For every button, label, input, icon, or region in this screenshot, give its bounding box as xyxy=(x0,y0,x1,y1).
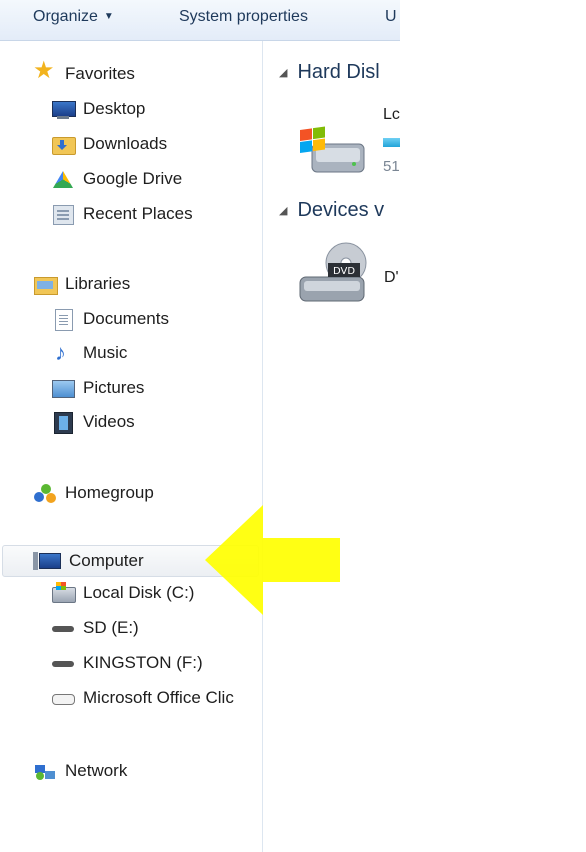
dvd-drive-name[interactable]: D' xyxy=(384,269,399,287)
nav-desktop-label: Desktop xyxy=(83,99,146,118)
toolbar-overflow-button[interactable]: U xyxy=(385,8,397,26)
nav-favorites[interactable]: ★ Favorites xyxy=(33,59,135,89)
nav-sd-e[interactable]: SD (E:) xyxy=(51,613,139,643)
organize-label: Organize xyxy=(33,8,98,25)
nav-sd-e-label: SD (E:) xyxy=(83,618,139,637)
nav-music[interactable]: ♪ Music xyxy=(51,338,127,368)
local-disk-free-space: 51 xyxy=(383,158,400,175)
organize-button[interactable]: Organize ▼ xyxy=(33,8,114,26)
nav-desktop[interactable]: Desktop xyxy=(51,94,145,124)
star-icon: ★ xyxy=(33,57,55,84)
network-drive-icon xyxy=(51,687,75,709)
dvd-drive-icon: DVD xyxy=(299,242,367,302)
explorer-window: Organize ▼ System properties U ★ Favorite… xyxy=(0,0,400,852)
nav-downloads-label: Downloads xyxy=(83,134,168,153)
nav-kingston-f-label: KINGSTON (F:) xyxy=(83,653,203,672)
nav-documents[interactable]: Documents xyxy=(51,304,169,334)
nav-libraries-label: Libraries xyxy=(65,274,131,293)
network-icon xyxy=(33,760,57,782)
nav-recent-places[interactable]: Recent Places xyxy=(51,199,193,229)
nav-libraries[interactable]: Libraries xyxy=(33,269,130,299)
nav-google-drive-label: Google Drive xyxy=(83,169,183,188)
nav-documents-label: Documents xyxy=(83,309,169,328)
homegroup-icon xyxy=(33,482,57,504)
yellow-annotation-arrow xyxy=(205,505,340,615)
nav-pictures-label: Pictures xyxy=(83,378,145,397)
nav-videos[interactable]: Videos xyxy=(51,407,135,437)
local-disk-name[interactable]: Lc xyxy=(383,106,400,124)
document-icon xyxy=(51,308,75,331)
computer-icon xyxy=(33,550,61,572)
removable-drive-icon xyxy=(51,617,75,639)
group-label-devices: Devices v xyxy=(297,199,385,221)
nav-videos-label: Videos xyxy=(83,412,135,431)
system-properties-button[interactable]: System properties xyxy=(179,8,308,26)
group-header-devices[interactable]: ◢ Devices v xyxy=(279,199,384,222)
nav-favorites-label: Favorites xyxy=(65,64,135,83)
libraries-icon xyxy=(33,273,58,295)
navigation-pane: ★ Favorites Desktop Downloads Google Dri… xyxy=(0,41,263,852)
film-icon xyxy=(51,411,75,434)
removable-drive-icon xyxy=(51,652,75,674)
chevron-down-icon: ▼ xyxy=(103,11,114,22)
nav-microsoft-office-click[interactable]: Microsoft Office Clic xyxy=(51,683,234,713)
nav-local-disk-c[interactable]: Local Disk (C:) xyxy=(51,578,194,608)
nav-downloads[interactable]: Downloads xyxy=(51,129,167,159)
disk-usage-bar xyxy=(383,138,400,147)
nav-microsoft-office-click-label: Microsoft Office Clic xyxy=(83,688,234,707)
recent-places-icon xyxy=(51,203,75,225)
downloads-folder-icon xyxy=(51,133,76,155)
nav-network-label: Network xyxy=(65,761,128,780)
local-disk-large-icon xyxy=(300,126,365,173)
collapse-triangle-icon: ◢ xyxy=(279,205,288,217)
local-disk-icon xyxy=(51,582,76,604)
music-note-icon: ♪ xyxy=(55,340,66,365)
google-drive-icon xyxy=(51,168,75,190)
group-label-hard-disk: Hard Disl xyxy=(297,61,380,83)
nav-homegroup[interactable]: Homegroup xyxy=(33,478,154,508)
nav-kingston-f[interactable]: KINGSTON (F:) xyxy=(51,648,203,678)
nav-local-disk-c-label: Local Disk (C:) xyxy=(83,583,195,602)
nav-music-label: Music xyxy=(83,343,128,362)
nav-network[interactable]: Network xyxy=(33,756,127,786)
nav-computer-label: Computer xyxy=(69,551,144,570)
group-header-hard-disk[interactable]: ◢ Hard Disl xyxy=(279,61,380,84)
collapse-triangle-icon: ◢ xyxy=(279,67,288,79)
nav-recent-places-label: Recent Places xyxy=(83,204,193,223)
nav-pictures[interactable]: Pictures xyxy=(51,373,144,403)
nav-google-drive[interactable]: Google Drive xyxy=(51,164,182,194)
pictures-icon xyxy=(51,377,75,399)
content-pane: ◢ Hard Disl Lc 51 ◢ Devices v DVD D' xyxy=(263,41,400,852)
nav-homegroup-label: Homegroup xyxy=(65,483,154,502)
command-bar: Organize ▼ System properties U xyxy=(0,0,400,41)
dvd-badge-text: DVD xyxy=(333,266,355,277)
desktop-icon xyxy=(51,98,76,120)
